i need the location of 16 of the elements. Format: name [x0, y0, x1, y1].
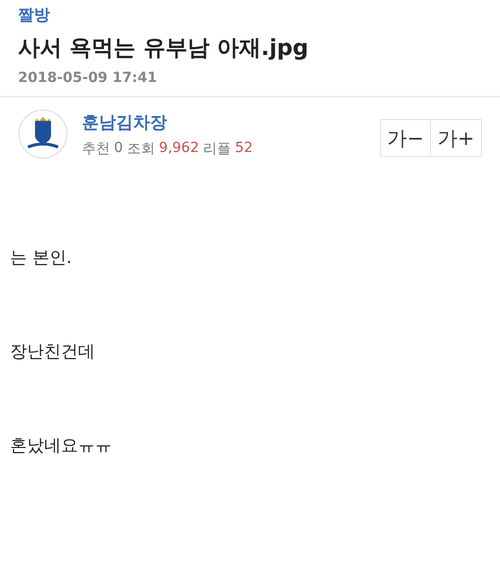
post-date: 2018-05-09 17:41	[18, 70, 158, 86]
board-name[interactable]: 짤방	[18, 4, 50, 26]
post-title: 사서 욕먹는 유부남 아재.jpg	[18, 35, 310, 63]
stat-value: 52	[235, 140, 253, 158]
author-name[interactable]: 훈남김차장	[82, 110, 167, 134]
avatar-icon	[18, 109, 68, 159]
body-text: 장난친건데	[10, 341, 96, 363]
stat-label: 리플	[203, 140, 232, 158]
stat-value: 0	[114, 140, 123, 158]
font-size-button[interactable]: 가+	[431, 119, 482, 157]
body-text: 는 본인.	[10, 247, 73, 269]
body-text: 혼났네요ㅠㅠ	[10, 435, 113, 457]
stat-label: 추천	[82, 140, 110, 158]
stat-value: 9,962	[158, 140, 200, 158]
font-size-button[interactable]: 가−	[380, 119, 431, 157]
stat-label: 조회	[126, 140, 155, 158]
